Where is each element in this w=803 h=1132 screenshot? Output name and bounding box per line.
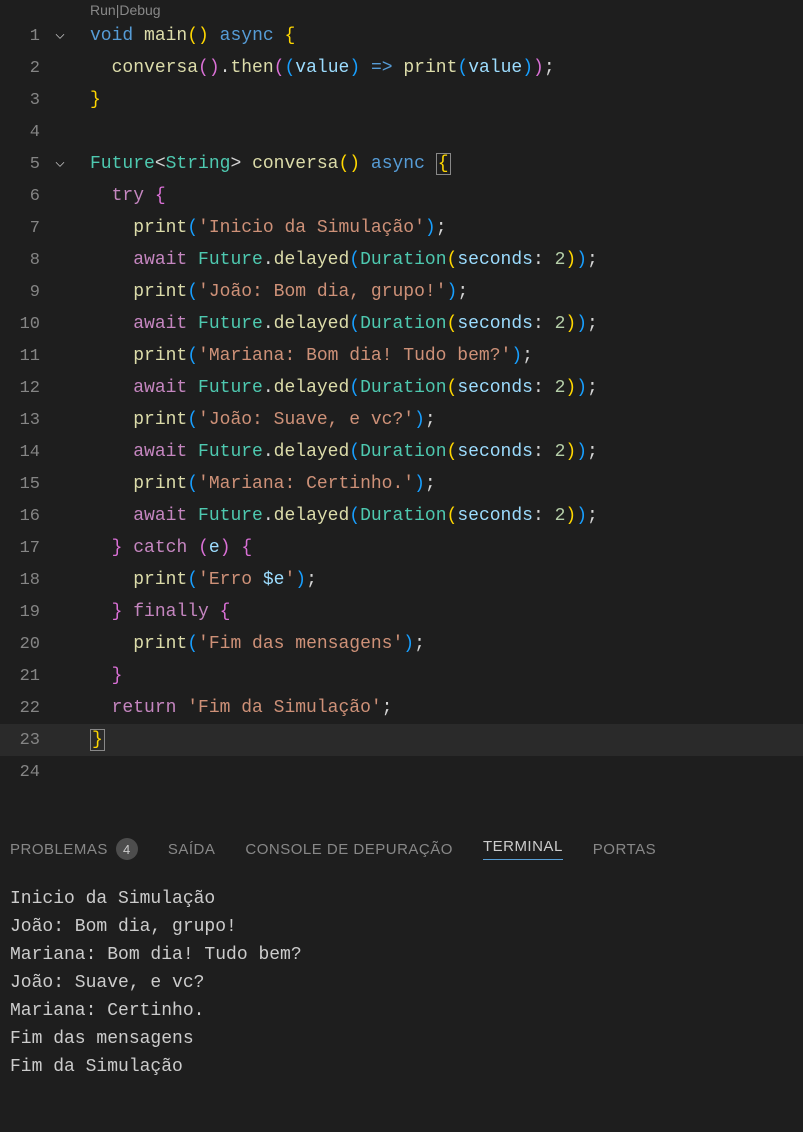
terminal-line: João: Bom dia, grupo! <box>10 913 793 941</box>
terminal-line: Mariana: Certinho. <box>10 997 793 1025</box>
code-line[interactable]: 15 print('Mariana: Certinho.'); <box>0 468 803 500</box>
line-number: 6 <box>0 187 50 206</box>
tab-terminal[interactable]: TERMINAL <box>483 838 563 860</box>
code-content[interactable]: } <box>70 730 105 750</box>
code-line[interactable]: 5 Future<String> conversa() async { <box>0 148 803 180</box>
code-line[interactable]: 17 } catch (e) { <box>0 532 803 564</box>
code-line[interactable]: 19 } finally { <box>0 596 803 628</box>
code-line[interactable]: 8 await Future.delayed(Duration(seconds:… <box>0 244 803 276</box>
tab-problems-label: PROBLEMAS <box>10 841 108 858</box>
code-line[interactable]: 7 print('Inicio da Simulação'); <box>0 212 803 244</box>
code-line[interactable]: 13 print('João: Suave, e vc?'); <box>0 404 803 436</box>
code-line[interactable]: 21 } <box>0 660 803 692</box>
code-content[interactable]: await Future.delayed(Duration(seconds: 2… <box>70 250 598 270</box>
tab-debug-console-label: CONSOLE DE DEPURAÇÃO <box>245 841 453 858</box>
line-number: 24 <box>0 763 50 782</box>
line-number: 17 <box>0 539 50 558</box>
line-number: 20 <box>0 635 50 654</box>
line-number: 22 <box>0 699 50 718</box>
code-line[interactable]: 9 print('João: Bom dia, grupo!'); <box>0 276 803 308</box>
code-lens: Run | Debug <box>0 0 803 20</box>
line-number: 2 <box>0 59 50 78</box>
code-content[interactable]: print('Mariana: Bom dia! Tudo bem?'); <box>70 346 533 366</box>
code-line[interactable]: 1 void main() async { <box>0 20 803 52</box>
code-content[interactable]: print('Fim das mensagens'); <box>70 634 425 654</box>
tab-output-label: SAÍDA <box>168 841 216 858</box>
code-line[interactable]: 14 await Future.delayed(Duration(seconds… <box>0 436 803 468</box>
line-number: 15 <box>0 475 50 494</box>
terminal-line: Fim das mensagens <box>10 1025 793 1053</box>
line-number: 4 <box>0 123 50 142</box>
line-number: 5 <box>0 155 50 174</box>
code-line[interactable]: 16 await Future.delayed(Duration(seconds… <box>0 500 803 532</box>
code-content[interactable]: Future<String> conversa() async { <box>70 154 451 174</box>
tab-ports[interactable]: PORTAS <box>593 841 656 858</box>
code-content[interactable]: } <box>70 666 122 686</box>
code-content[interactable]: print('Erro $e'); <box>70 570 317 590</box>
code-line[interactable]: 23 } <box>0 724 803 756</box>
line-number: 23 <box>0 731 50 750</box>
terminal-output[interactable]: Inicio da Simulação João: Bom dia, grupo… <box>0 870 803 1096</box>
code-line[interactable]: 2 conversa().then((value) => print(value… <box>0 52 803 84</box>
code-content[interactable]: return 'Fim da Simulação'; <box>70 698 392 718</box>
code-content[interactable]: try { <box>70 186 166 206</box>
fold-icon[interactable] <box>50 29 70 43</box>
tab-problems[interactable]: PROBLEMAS 4 <box>10 838 138 860</box>
line-number: 8 <box>0 251 50 270</box>
line-number: 13 <box>0 411 50 430</box>
code-content[interactable]: await Future.delayed(Duration(seconds: 2… <box>70 506 598 526</box>
line-number: 12 <box>0 379 50 398</box>
code-content[interactable]: await Future.delayed(Duration(seconds: 2… <box>70 442 598 462</box>
code-line[interactable]: 11 print('Mariana: Bom dia! Tudo bem?'); <box>0 340 803 372</box>
code-line[interactable]: 24 <box>0 756 803 788</box>
tab-debug-console[interactable]: CONSOLE DE DEPURAÇÃO <box>245 841 453 858</box>
code-line[interactable]: 18 print('Erro $e'); <box>0 564 803 596</box>
line-number: 1 <box>0 27 50 46</box>
code-content[interactable]: print('Inicio da Simulação'); <box>70 218 447 238</box>
codelens-debug[interactable]: Debug <box>119 2 160 18</box>
code-content[interactable]: conversa().then((value) => print(value))… <box>70 58 555 78</box>
tab-terminal-label: TERMINAL <box>483 838 563 855</box>
code-content[interactable]: print('Mariana: Certinho.'); <box>70 474 436 494</box>
codelens-run[interactable]: Run <box>90 2 116 18</box>
code-line[interactable]: 12 await Future.delayed(Duration(seconds… <box>0 372 803 404</box>
problems-count-badge: 4 <box>116 838 138 860</box>
code-line[interactable]: 20 print('Fim das mensagens'); <box>0 628 803 660</box>
editor-area: Run | Debug 1 void main() async { 2 conv… <box>0 0 803 788</box>
terminal-line: Mariana: Bom dia! Tudo bem? <box>10 941 793 969</box>
fold-icon[interactable] <box>50 157 70 171</box>
code-content[interactable]: void main() async { <box>70 26 295 46</box>
line-number: 9 <box>0 283 50 302</box>
code-line[interactable]: 6 try { <box>0 180 803 212</box>
code-content[interactable]: await Future.delayed(Duration(seconds: 2… <box>70 378 598 398</box>
code-content[interactable]: print('João: Suave, e vc?'); <box>70 410 436 430</box>
line-number: 3 <box>0 91 50 110</box>
terminal-line: Fim da Simulação <box>10 1053 793 1081</box>
code-content[interactable]: } <box>70 90 101 110</box>
code-line[interactable]: 22 return 'Fim da Simulação'; <box>0 692 803 724</box>
tab-ports-label: PORTAS <box>593 841 656 858</box>
line-number: 14 <box>0 443 50 462</box>
code-line[interactable]: 3 } <box>0 84 803 116</box>
tab-output[interactable]: SAÍDA <box>168 841 216 858</box>
code-content[interactable]: await Future.delayed(Duration(seconds: 2… <box>70 314 598 334</box>
terminal-line: Inicio da Simulação <box>10 885 793 913</box>
code-line[interactable]: 4 <box>0 116 803 148</box>
line-number: 21 <box>0 667 50 686</box>
code-line[interactable]: 10 await Future.delayed(Duration(seconds… <box>0 308 803 340</box>
panel-tabs: PROBLEMAS 4 SAÍDA CONSOLE DE DEPURAÇÃO T… <box>0 828 803 870</box>
code-content[interactable]: } finally { <box>70 602 230 622</box>
line-number: 19 <box>0 603 50 622</box>
line-number: 11 <box>0 347 50 366</box>
code-content[interactable]: print('João: Bom dia, grupo!'); <box>70 282 468 302</box>
line-number: 7 <box>0 219 50 238</box>
panel-area: PROBLEMAS 4 SAÍDA CONSOLE DE DEPURAÇÃO T… <box>0 828 803 1096</box>
line-number: 10 <box>0 315 50 334</box>
line-number: 18 <box>0 571 50 590</box>
line-number: 16 <box>0 507 50 526</box>
terminal-line: João: Suave, e vc? <box>10 969 793 997</box>
code-content[interactable]: } catch (e) { <box>70 538 252 558</box>
